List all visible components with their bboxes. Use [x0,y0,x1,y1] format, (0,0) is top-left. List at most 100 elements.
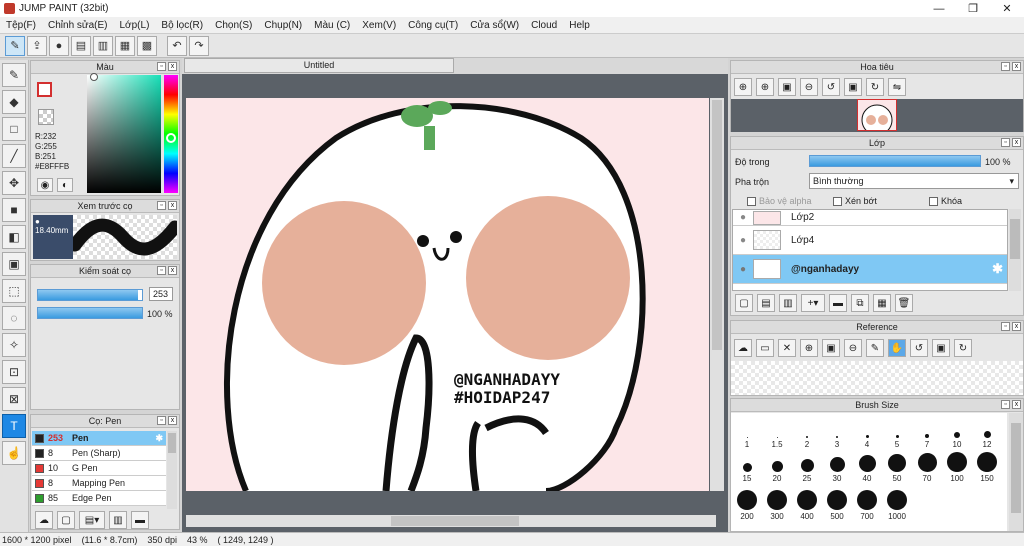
panel-close-icon[interactable]: x [168,201,177,210]
layer-row-selected[interactable]: ● @nganhadayy ✱ [733,255,1007,284]
move-tool-icon[interactable]: ✥ [2,171,26,195]
panel-close-icon[interactable]: x [1012,400,1021,409]
redo-icon[interactable]: ↷ [189,35,209,56]
panel-detach-icon[interactable]: ▫ [157,62,166,71]
brush-size-option-25[interactable]: 25 [793,449,821,483]
protect-alpha-checkbox[interactable]: Bảo vệ alpha [747,196,812,206]
saturation-value-picker[interactable] [87,75,161,193]
color-picker-handle[interactable] [90,73,98,81]
hand-tool-icon[interactable]: ☝ [2,441,26,465]
eyedropper-icon[interactable]: ◐ [57,178,73,192]
brush-list-scrollbar[interactable] [167,431,177,509]
panel-close-icon[interactable]: x [168,416,177,425]
gear-icon[interactable]: ✱ [992,261,1003,277]
brush-size-option-40[interactable]: 40 [853,449,881,483]
rotate-right-icon[interactable]: ↻ [954,339,972,357]
palette-icon[interactable]: ◉ [37,178,53,192]
brush-size-option-1.5[interactable]: 1.5 [763,415,791,449]
panel-detach-icon[interactable]: ▫ [1001,400,1010,409]
foreground-swatch[interactable] [37,82,52,97]
layer-opacity-slider[interactable] [809,155,981,167]
line-tool-icon[interactable]: ╱ [2,144,26,168]
menu-help[interactable]: Help [563,20,596,31]
canvas-vertical-scrollbar[interactable] [710,98,724,491]
artboard[interactable]: @NGANHADAYY #HOIDAP247 [186,98,709,491]
brush-size-option-2[interactable]: 2 [793,415,821,449]
transparent-swatch[interactable] [38,109,54,125]
layer-list-scrollbar[interactable] [1009,209,1021,291]
select-eraser-icon[interactable]: ⊠ [2,387,26,411]
trash-icon[interactable]: 🗑 [895,294,913,312]
zoom-out-icon[interactable]: ⊖ [844,339,862,357]
panel-detach-icon[interactable]: ▫ [157,266,166,275]
select-pen-icon[interactable]: ⊡ [2,360,26,384]
menu-file[interactable]: Tệp(F) [0,20,42,31]
panel-close-icon[interactable]: x [168,266,177,275]
zoom-actual-icon[interactable]: ▣ [822,339,840,357]
reference-cloud-icon[interactable]: ☁ [734,339,752,357]
zoom-fit-icon[interactable]: ⊕ [734,78,752,96]
magic-wand-icon[interactable]: ✧ [2,333,26,357]
eye-icon[interactable]: ● [733,264,753,275]
panel-close-icon[interactable]: x [168,62,177,71]
flip-icon[interactable]: ⇋ [888,78,906,96]
minimize-button[interactable]: — [922,0,956,17]
brush-size-option-30[interactable]: 30 [823,449,851,483]
blend-mode-select[interactable]: Bình thường ▾ [809,173,1019,189]
brush-item-pen-sharp[interactable]: 8 Pen (Sharp) [32,446,166,461]
rectangle-tool-icon[interactable]: □ [2,117,26,141]
add-layer-menu-icon[interactable]: +▾ [801,294,825,312]
select-rect-icon[interactable]: ⬚ [2,279,26,303]
lock-checkbox[interactable]: Khóa [929,196,962,206]
panel-close-icon[interactable]: x [1012,138,1021,147]
brush-size-option-20[interactable]: 20 [763,449,791,483]
brush-settings-icon[interactable]: ▥ [109,511,127,529]
panel-detach-icon[interactable]: ▫ [157,201,166,210]
bucket-tool-icon[interactable]: ◧ [2,225,26,249]
brush-folder-icon[interactable]: ▬ [131,511,149,529]
hue-handle[interactable] [166,133,176,143]
layer-mask-icon[interactable]: ▦ [873,294,891,312]
layer-row[interactable]: ● Lớp2 [733,210,1007,226]
new-layer-icon[interactable]: ▢ [735,294,753,312]
export-icon[interactable]: ⇪ [27,35,47,56]
panel-close-icon[interactable]: x [1012,322,1021,331]
brush-item-pen[interactable]: 253 Pen ✱ [32,431,166,446]
brush-size-option-70[interactable]: 70 [913,449,941,483]
brush-mode-icon[interactable]: ✎ [5,35,25,56]
hand-icon[interactable]: ✋ [888,339,906,357]
maximize-button[interactable]: ❐ [956,0,990,17]
brush-size-option-15[interactable]: 15 [733,449,761,483]
menu-tools[interactable]: Công cụ(T) [402,20,464,31]
lasso-icon[interactable]: ◌ [2,306,26,330]
pen-tool-icon[interactable]: ✎ [2,63,26,87]
brush-item-mapping-pen[interactable]: 8 Mapping Pen [32,476,166,491]
brush-item-edge-pen[interactable]: 85 Edge Pen [32,491,166,506]
brush-size-option-500[interactable]: 500 [823,487,851,521]
gradient-tool-icon[interactable]: ▣ [2,252,26,276]
brush-size-option-3[interactable]: 3 [823,415,851,449]
text-tool-icon[interactable]: T [2,414,26,438]
menu-capture[interactable]: Chụp(N) [258,20,308,31]
brush-size-option-700[interactable]: 700 [853,487,881,521]
menu-view[interactable]: Xem(V) [356,20,402,31]
panel-detach-icon[interactable]: ▫ [1001,322,1010,331]
document-icon[interactable]: ▦ [115,35,135,56]
brush-size-option-300[interactable]: 300 [763,487,791,521]
menu-edit[interactable]: Chỉnh sửa(E) [42,20,114,31]
fill-rect-tool-icon[interactable]: ■ [2,198,26,222]
brush-size-option-4[interactable]: 4 [853,415,881,449]
brush-size-option-150[interactable]: 150 [973,449,1001,483]
brush-size-option-400[interactable]: 400 [793,487,821,521]
menu-layer[interactable]: Lớp(L) [114,20,156,31]
layer-row[interactable]: ● Lớp4 [733,226,1007,255]
rotate-reset-icon[interactable]: ▣ [844,78,862,96]
close-reference-icon[interactable]: ✕ [778,339,796,357]
reference-canvas[interactable] [731,361,1023,395]
eyedropper-icon[interactable]: ✎ [866,339,884,357]
new-layer-copy-icon[interactable]: ▤ [757,294,775,312]
brush-size-value[interactable]: 253 [149,287,173,301]
menu-color[interactable]: Màu (C) [308,20,356,31]
rotate-left-icon[interactable]: ↺ [910,339,928,357]
grid-icon[interactable]: ▩ [137,35,157,56]
